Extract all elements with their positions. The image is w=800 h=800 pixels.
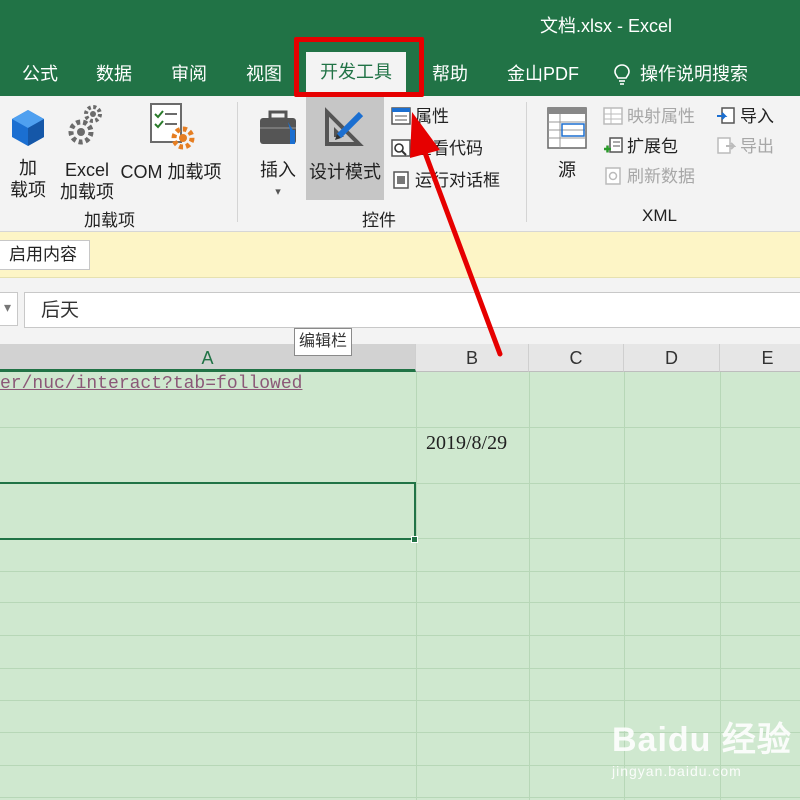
insert-caret-icon: ▾	[275, 186, 281, 198]
tell-me-label: 操作说明搜索	[640, 64, 748, 84]
addins-label-2: 载项	[10, 180, 46, 200]
run-dialog-button[interactable]: 运行对话框	[391, 168, 500, 194]
watermark-url: jingyan.baidu.com	[612, 763, 742, 779]
tab-help[interactable]: 帮助	[432, 58, 468, 90]
security-message-bar: 启用内容	[0, 232, 800, 278]
checklist-gear-icon	[150, 103, 195, 150]
tab-review[interactable]: 审阅	[171, 58, 207, 90]
run-dialog-label: 运行对话框	[415, 171, 500, 190]
refresh-data-icon	[605, 167, 621, 185]
design-mode-label: 设计模式	[309, 162, 381, 182]
expansion-packs-icon	[604, 137, 623, 153]
tab-formulas[interactable]: 公式	[22, 58, 58, 90]
row-gridline	[0, 427, 800, 428]
gears-icon	[68, 105, 102, 145]
tab-view[interactable]: 视图	[246, 58, 282, 90]
column-gridline	[529, 372, 530, 800]
excel-addins-label-1: Excel	[64, 160, 109, 180]
expansion-packs-label: 扩展包	[627, 137, 678, 156]
column-header-a[interactable]: A	[0, 344, 416, 372]
row-gridline	[0, 797, 800, 798]
view-code-label: 查看代码	[415, 139, 483, 158]
column-header-d[interactable]: D	[624, 344, 720, 372]
tab-wps-pdf[interactable]: 金山PDF	[507, 58, 579, 90]
enable-content-button[interactable]: 启用内容	[0, 240, 90, 270]
xml-export-button[interactable]: 导出	[716, 134, 774, 160]
xml-source-button[interactable]: 源	[540, 106, 594, 181]
addins-group-label: 加载项	[84, 211, 135, 230]
map-properties-icon	[603, 107, 623, 125]
excel-addins-button[interactable]: Excel 加载项	[56, 102, 118, 203]
active-cell-selection[interactable]	[0, 482, 416, 540]
column-header-b[interactable]: B	[416, 344, 529, 372]
properties-label: 属性	[415, 107, 449, 126]
com-addins-button[interactable]: COM 加载项	[118, 102, 224, 183]
addins-cube-icon	[12, 110, 44, 146]
controls-group-label: 控件	[362, 211, 396, 230]
view-code-button[interactable]: 查看代码	[391, 136, 483, 162]
refresh-data-label: 刷新数据	[627, 167, 695, 186]
refresh-data-button[interactable]: 刷新数据	[603, 164, 695, 190]
expansion-packs-button[interactable]: 扩展包	[603, 134, 678, 160]
window-title: 文档.xlsx - Excel	[540, 16, 673, 36]
lightbulb-icon	[614, 64, 630, 86]
row-gridline	[0, 635, 800, 636]
toolbox-icon	[260, 110, 296, 144]
xml-source-label: 源	[558, 160, 576, 180]
com-addins-label: COM 加载项	[120, 162, 222, 182]
xml-source-icon	[547, 107, 587, 149]
design-mode-button[interactable]: 设计模式	[306, 106, 384, 183]
properties-button[interactable]: 属性	[391, 104, 449, 130]
group-separator	[237, 102, 238, 222]
watermark-brand: Baidu 经验	[612, 721, 792, 759]
addins-button[interactable]: 加 载项	[6, 108, 50, 201]
run-dialog-icon	[393, 171, 409, 189]
excel-addins-label-2: 加载项	[60, 182, 114, 202]
view-code-icon	[391, 139, 411, 157]
insert-control-button[interactable]: 插入 ▾	[250, 106, 306, 203]
row-gridline	[0, 668, 800, 669]
row-gridline	[0, 571, 800, 572]
properties-icon	[391, 107, 411, 125]
tab-data[interactable]: 数据	[96, 58, 132, 90]
xml-import-button[interactable]: 导入	[716, 104, 774, 130]
cell-b2-date[interactable]: 2019/8/29	[426, 432, 507, 455]
export-label: 导出	[740, 137, 774, 156]
ribbon: 加 载项 Excel 加载项 COM 加载项 加载项 插入 ▾ 设计模式 属性 …	[0, 96, 800, 232]
import-icon	[717, 107, 735, 124]
design-ruler-pencil-icon	[325, 107, 364, 146]
column-header-e[interactable]: E	[720, 344, 800, 372]
column-header-c[interactable]: C	[529, 344, 624, 372]
name-box-dropdown-icon: ▾	[3, 299, 11, 315]
map-properties-button[interactable]: 映射属性	[603, 104, 695, 130]
map-properties-label: 映射属性	[627, 107, 695, 126]
baidu-jingyan-watermark: Baidu 经验 jingyan.baidu.com	[612, 712, 792, 779]
formula-bar-input[interactable]: 后天	[24, 292, 800, 328]
row-gridline	[0, 700, 800, 701]
tell-me-search[interactable]: 操作说明搜索	[614, 58, 748, 90]
formula-bar-tooltip: 编辑栏	[294, 328, 353, 356]
fill-handle[interactable]	[411, 536, 418, 543]
import-label: 导入	[740, 107, 774, 126]
insert-label: 插入	[260, 160, 296, 180]
addins-label-1: 加	[19, 158, 37, 178]
column-gridline	[416, 372, 417, 800]
cell-a1-hyperlink[interactable]: er/nuc/interact?tab=followed	[0, 374, 302, 394]
formula-bar-area: ▾ 后天	[0, 278, 800, 344]
xml-group-label: XML	[642, 206, 677, 225]
export-icon	[717, 137, 736, 154]
name-box[interactable]: ▾	[0, 292, 18, 326]
group-separator	[526, 102, 527, 222]
annotation-highlight-box	[294, 37, 424, 97]
row-gridline	[0, 602, 800, 603]
